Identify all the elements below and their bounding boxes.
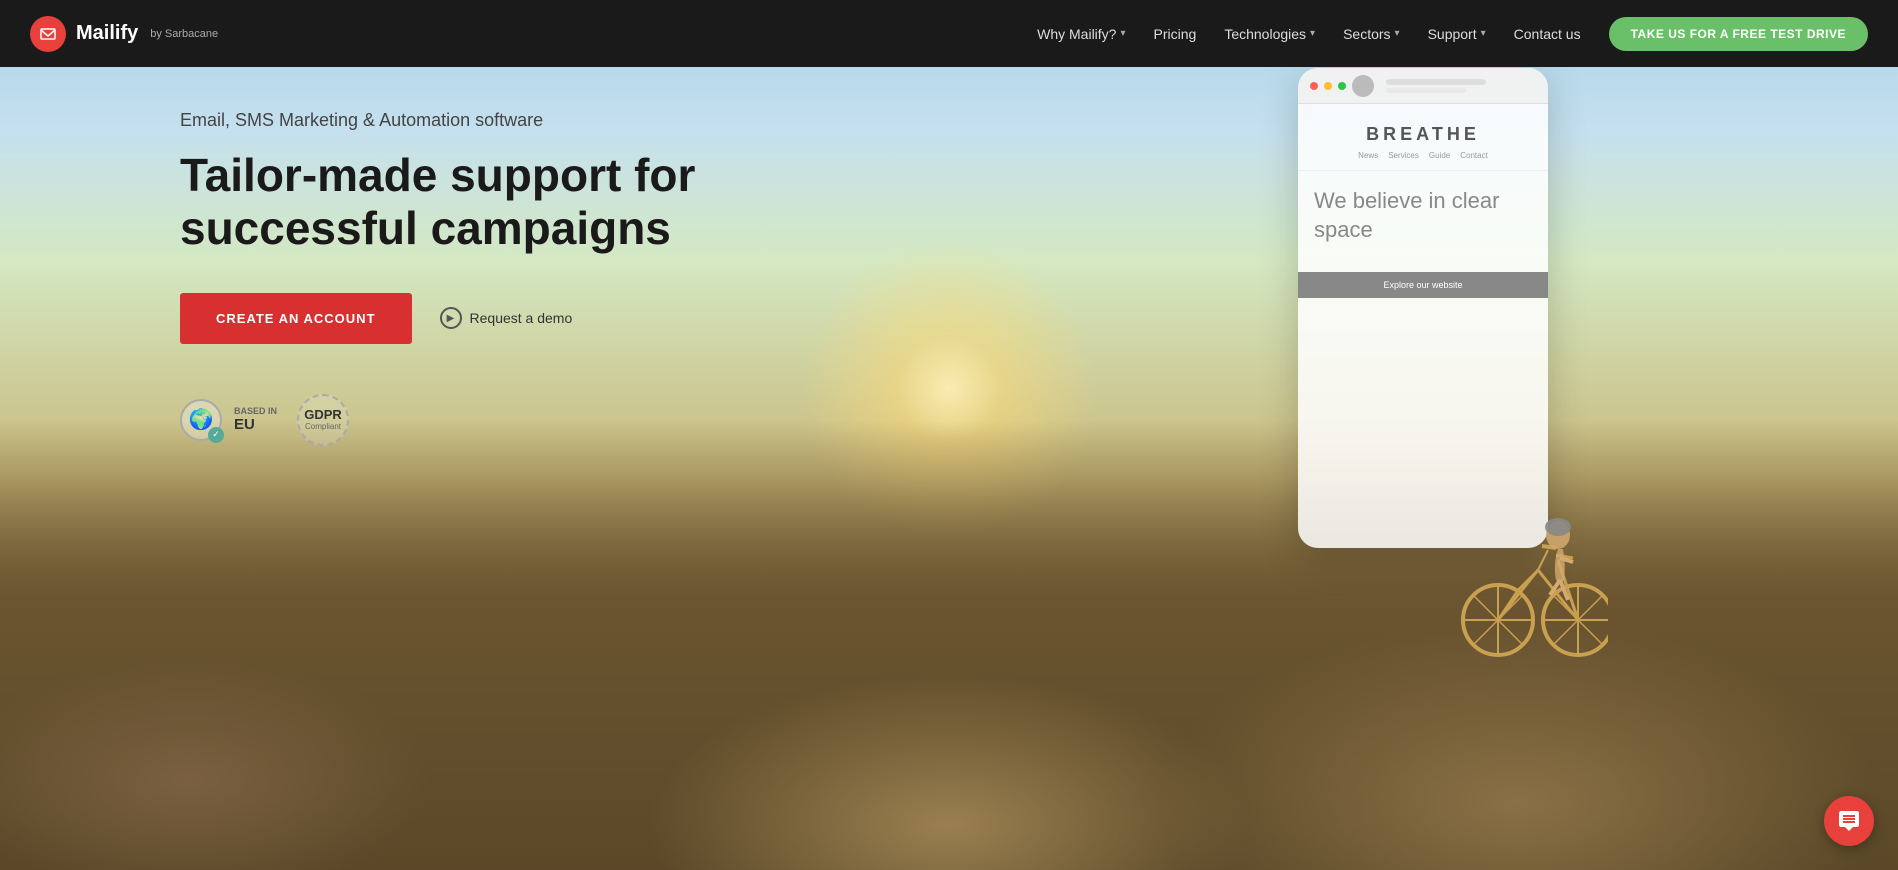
eu-label: EU (234, 416, 277, 433)
gdpr-badge: GDPR Compliant (297, 394, 349, 446)
nav-sectors[interactable]: Sectors ▾ (1343, 26, 1400, 42)
bike-rider-illustration (1448, 470, 1608, 670)
email-header: BREATHE News Services Guide Contact (1298, 104, 1548, 171)
gdpr-label: GDPR (304, 407, 342, 422)
nav-why-mailify[interactable]: Why Mailify? ▾ (1037, 26, 1125, 42)
check-icon: ✓ (208, 427, 224, 443)
email-nav-services: Services (1388, 151, 1419, 160)
email-brand: BREATHE (1314, 124, 1532, 145)
hero-content: Email, SMS Marketing & Automation softwa… (180, 110, 880, 446)
logo-name: Mailify (76, 22, 138, 45)
eu-badge: 🌍 ✓ BASED IN EU (180, 399, 277, 441)
phone-top-bar (1298, 68, 1548, 104)
email-nav-guide: Guide (1429, 151, 1450, 160)
nav-contact[interactable]: Contact us (1514, 26, 1581, 42)
from-line (1386, 79, 1486, 85)
create-account-button[interactable]: CREATE AN ACCOUNT (180, 293, 412, 344)
demo-circle-icon: ▶ (440, 307, 462, 329)
nav-technologies[interactable]: Technologies ▾ (1224, 26, 1315, 42)
hero-subtitle: Email, SMS Marketing & Automation softwa… (180, 110, 880, 131)
chevron-down-icon: ▾ (1481, 28, 1486, 39)
logo-icon[interactable] (30, 16, 66, 52)
email-nav-news: News (1358, 151, 1378, 160)
hero-terrain (0, 420, 1898, 870)
hero-title: Tailor-made support for successful campa… (180, 149, 880, 255)
gdpr-compliant-label: Compliant (305, 422, 341, 432)
email-big-text: We believe in clear space (1314, 187, 1532, 244)
minimize-dot (1324, 82, 1332, 90)
demo-label: Request a demo (470, 310, 573, 326)
chevron-down-icon: ▾ (1120, 28, 1125, 39)
logo-sub: by Sarbacane (150, 28, 218, 40)
eu-based-label: BASED IN (234, 406, 277, 416)
hero-badges: 🌍 ✓ BASED IN EU GDPR Compliant (180, 394, 880, 446)
chevron-down-icon: ▾ (1395, 28, 1400, 39)
explore-button[interactable]: Explore our website (1298, 272, 1548, 298)
hero-actions: CREATE AN ACCOUNT ▶ Request a demo (180, 293, 880, 344)
chevron-down-icon: ▾ (1310, 28, 1315, 39)
email-nav-contact: Contact (1460, 151, 1488, 160)
hero-section: Email, SMS Marketing & Automation softwa… (0, 0, 1898, 870)
phone-body: BREATHE News Services Guide Contact We b… (1298, 104, 1548, 298)
nav-menu: Why Mailify? ▾ Pricing Technologies ▾ Se… (1037, 17, 1868, 51)
logo-area: Mailify by Sarbacane (30, 16, 218, 52)
avatar (1352, 75, 1374, 97)
subject-line (1386, 88, 1466, 93)
free-test-drive-button[interactable]: TAKE US FOR A FREE TEST DRIVE (1609, 17, 1868, 51)
nav-pricing[interactable]: Pricing (1154, 26, 1197, 42)
nav-support[interactable]: Support ▾ (1428, 26, 1486, 42)
chat-bubble-button[interactable] (1824, 796, 1874, 846)
globe-icon: 🌍 ✓ (180, 399, 222, 441)
email-content: We believe in clear space (1298, 171, 1548, 272)
navbar: Mailify by Sarbacane Why Mailify? ▾ Pric… (0, 0, 1898, 67)
request-demo-link[interactable]: ▶ Request a demo (440, 307, 573, 329)
email-nav: News Services Guide Contact (1314, 151, 1532, 160)
close-dot (1310, 82, 1318, 90)
expand-dot (1338, 82, 1346, 90)
